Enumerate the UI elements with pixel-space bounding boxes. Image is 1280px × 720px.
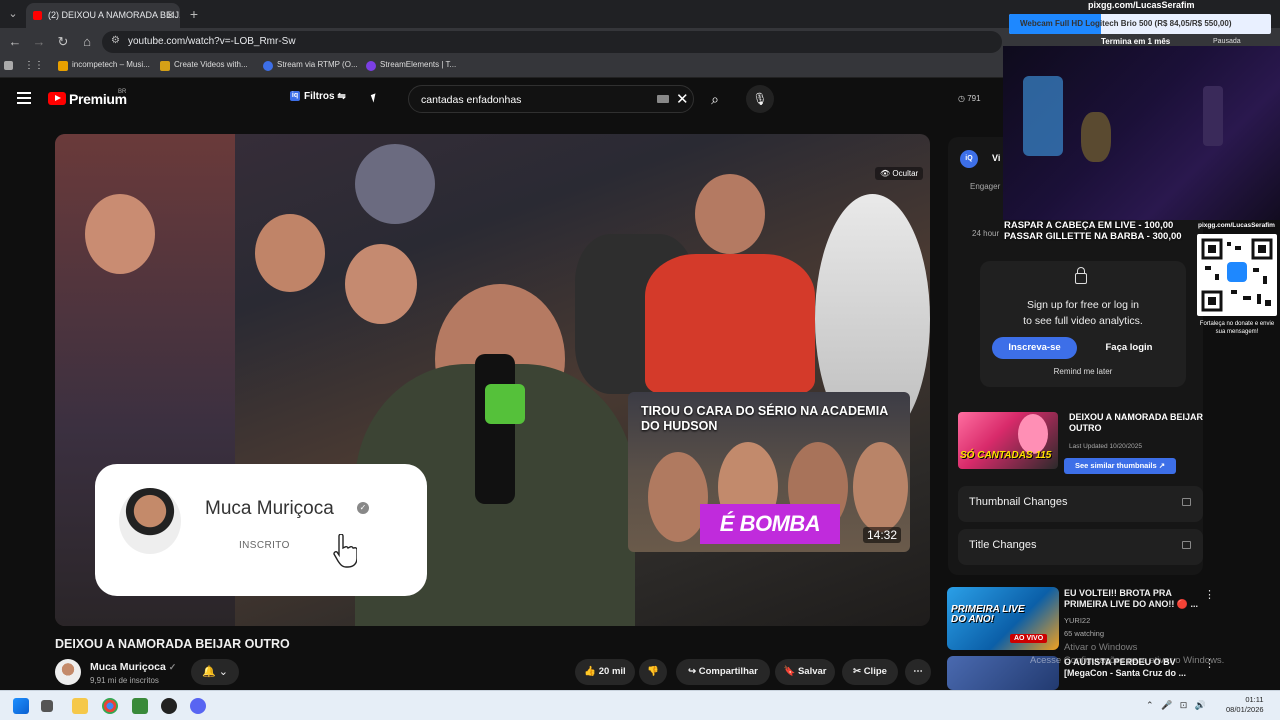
thumbnail-text: SÓ CANTADAS 115 <box>960 450 1052 461</box>
windows-taskbar: ⌃ 🎤 ⊡ 🔊 01:11 08/01/2026 <box>0 690 1280 720</box>
verified-icon: ✓ <box>168 662 177 672</box>
site-info-icon[interactable]: ⚙ <box>111 35 120 46</box>
title-changes-row[interactable]: Title Changes <box>958 529 1203 565</box>
save-button[interactable]: 🔖 Salvar <box>775 659 835 685</box>
vidiq-logo-icon[interactable]: iQ <box>960 150 978 168</box>
discord-icon[interactable] <box>190 698 206 714</box>
overlay-qr-url: pixgg.com/LucasSerafim <box>1198 222 1275 229</box>
more-actions-icon[interactable]: ⋯ <box>905 659 931 685</box>
youtube-logo-icon[interactable] <box>48 92 66 105</box>
endcard-duration: 14:32 <box>862 527 901 543</box>
dislike-button[interactable]: 👎 <box>639 659 667 685</box>
bookmark-streamelements[interactable]: StreamElements | T... <box>366 60 456 74</box>
recommendation-title[interactable]: EU VOLTEI!! BROTA PRA PRIMEIRA LIVE DO A… <box>1064 588 1200 610</box>
views-chip: ◷ 791 <box>958 94 981 103</box>
overlay-paused: Pausada <box>1213 38 1241 45</box>
lock-icon <box>1182 541 1191 549</box>
thumbnail-changes-row[interactable]: Thumbnail Changes <box>958 486 1203 522</box>
recommendation-watching: 65 watching <box>1064 629 1105 638</box>
filters-button[interactable]: iq Filtros ⇋ <box>290 91 346 102</box>
home-icon[interactable]: ⌂ <box>79 34 95 50</box>
close-tab-icon[interactable]: × <box>167 8 174 22</box>
vidiq-thumb-title: DEIXOU A NAMORADA BEIJAR OUTRO <box>1069 412 1204 433</box>
back-icon[interactable]: ← <box>7 34 23 50</box>
signup-button[interactable]: Inscreva-se <box>992 337 1077 359</box>
verified-check-icon: ✓ <box>357 502 369 514</box>
menu-icon[interactable] <box>17 92 31 104</box>
region-code: BR <box>118 89 127 95</box>
task-view-icon[interactable] <box>41 700 53 712</box>
lock-icon <box>1075 267 1087 284</box>
bookmark-incompetech[interactable]: incompetech – Musi... <box>58 60 150 74</box>
qr-code-icon <box>1197 234 1277 316</box>
vidiq-thumbnail-preview: SÓ CANTADAS 115 <box>958 412 1058 469</box>
endcard-title: TIROU O CARA DO SÉRIO NA ACADEMIA DO HUD… <box>641 404 888 433</box>
lock-icon <box>1182 498 1191 506</box>
search-query: cantadas enfadonhas <box>421 94 522 106</box>
start-icon[interactable] <box>13 698 29 714</box>
overlay-timer: Termina em 1 mês <box>1101 37 1171 46</box>
video-player[interactable]: 👁 Ocultar Muca Muriçoca ✓ INSCRITO TIROU… <box>55 134 930 626</box>
channel-name[interactable]: Muca Muriçoca ✓ <box>90 661 176 673</box>
hand-pointer-icon <box>333 534 357 568</box>
subscriber-count: 9,91 mi de inscritos <box>90 676 159 685</box>
youtube-favicon-icon <box>33 11 42 20</box>
clock[interactable]: 01:11 08/01/2026 <box>1226 695 1264 715</box>
reload-icon[interactable]: ↻ <box>55 34 71 50</box>
search-button[interactable]: ⌕ <box>700 85 730 113</box>
channel-avatar-small[interactable] <box>55 659 81 685</box>
video-title: DEIXOU A NAMORADA BEIJAR OUTRO <box>55 637 290 651</box>
url-text: youtube.com/watch?v=-LOB_Rmr-Sw <box>128 36 296 47</box>
overlay-qr-note: Fortaleça no donate e envie sua mensagem… <box>1199 321 1275 335</box>
subscribe-card: Muca Muriçoca ✓ INSCRITO <box>95 464 427 596</box>
bookmark-stream-rtmp[interactable]: Stream via RTMP (O... <box>263 60 358 74</box>
notifications-bell-button[interactable]: 🔔 ⌄ <box>191 659 239 685</box>
overlay-donation-url: pixgg.com/LucasSerafim <box>1088 0 1195 10</box>
endscreen-video-card[interactable]: TIROU O CARA DO SÉRIO NA ACADEMIA DO HUD… <box>628 392 910 552</box>
file-explorer-icon[interactable] <box>72 698 88 714</box>
subscribe-card-channel-name: Muca Muriçoca <box>205 498 334 519</box>
see-similar-thumbnails-button[interactable]: See similar thumbnails ↗ <box>1064 458 1176 474</box>
tab-title: (2) DEIXOU A NAMORADA BEIJ... <box>48 10 180 20</box>
bookmark-create-videos[interactable]: Create Videos with... <box>160 60 248 74</box>
vidiq-engagement-label: Engager <box>970 182 1001 191</box>
recommendation-menu-icon[interactable]: ⋮ <box>1204 588 1215 601</box>
vidiq-filter-icon: iq <box>290 91 300 101</box>
chrome-icon[interactable] <box>102 698 118 714</box>
mouse-cursor-icon <box>370 93 379 103</box>
like-button[interactable]: 👍 20 mil <box>575 659 635 685</box>
forward-icon[interactable]: → <box>31 34 47 50</box>
clip-button[interactable]: ✂ Clipe <box>842 659 898 685</box>
overlay-goals: RASPAR A CABEÇA EM LIVE - 100,00 PASSAR … <box>1004 220 1182 242</box>
url-bar[interactable]: ⚙ youtube.com/watch?v=-LOB_Rmr-Sw <box>102 31 1002 53</box>
webcam-feed <box>1003 46 1280 220</box>
overlay-goal-banner: Webcam Full HD Logitech Brio 500 (R$ 84,… <box>1009 14 1271 34</box>
locked-message: Sign up for free or log in to see full v… <box>1023 299 1143 327</box>
tab-search-chevron-icon[interactable]: ⌄ <box>5 6 21 22</box>
remind-later-link[interactable]: Remind me later <box>980 367 1186 376</box>
browser-tab-active[interactable]: (2) DEIXOU A NAMORADA BEIJ... × <box>26 3 180 28</box>
vidiq-tab[interactable]: Vi <box>992 153 1000 163</box>
vidiq-24h-label: 24 hour <box>972 229 1000 238</box>
keyboard-icon[interactable] <box>657 95 669 103</box>
vidiq-locked-analytics-card: Sign up for free or log in to see full v… <box>980 261 1186 387</box>
endcard-banner: É BOMBA <box>700 504 840 544</box>
voice-search-icon[interactable]: 🎙 <box>746 85 774 113</box>
share-button[interactable]: ↪ Compartilhar <box>676 659 770 685</box>
login-button[interactable]: Faça login <box>1088 337 1170 359</box>
apps-grid-icon[interactable]: ⋮⋮ <box>24 60 44 74</box>
vidiq-last-updated: Last Updated 10/20/2025 <box>1069 443 1143 450</box>
app-icon[interactable] <box>132 698 148 714</box>
obs-icon[interactable] <box>161 698 177 714</box>
system-tray[interactable]: ⌃ 🎤 ⊡ 🔊 <box>1146 700 1206 711</box>
hide-overlay-button[interactable]: 👁 Ocultar <box>875 167 924 180</box>
search-input[interactable]: cantadas enfadonhas <box>408 85 694 113</box>
recommendation-channel[interactable]: YURI22 <box>1064 616 1090 625</box>
windows-activation-watermark: Ativar o Windows Acesse Configurações pa… <box>1030 642 1225 666</box>
new-tab-icon[interactable]: + <box>186 6 202 22</box>
channel-avatar <box>119 488 181 554</box>
subscribe-status: INSCRITO <box>239 540 290 551</box>
clear-search-icon[interactable]: ✕ <box>676 90 689 108</box>
